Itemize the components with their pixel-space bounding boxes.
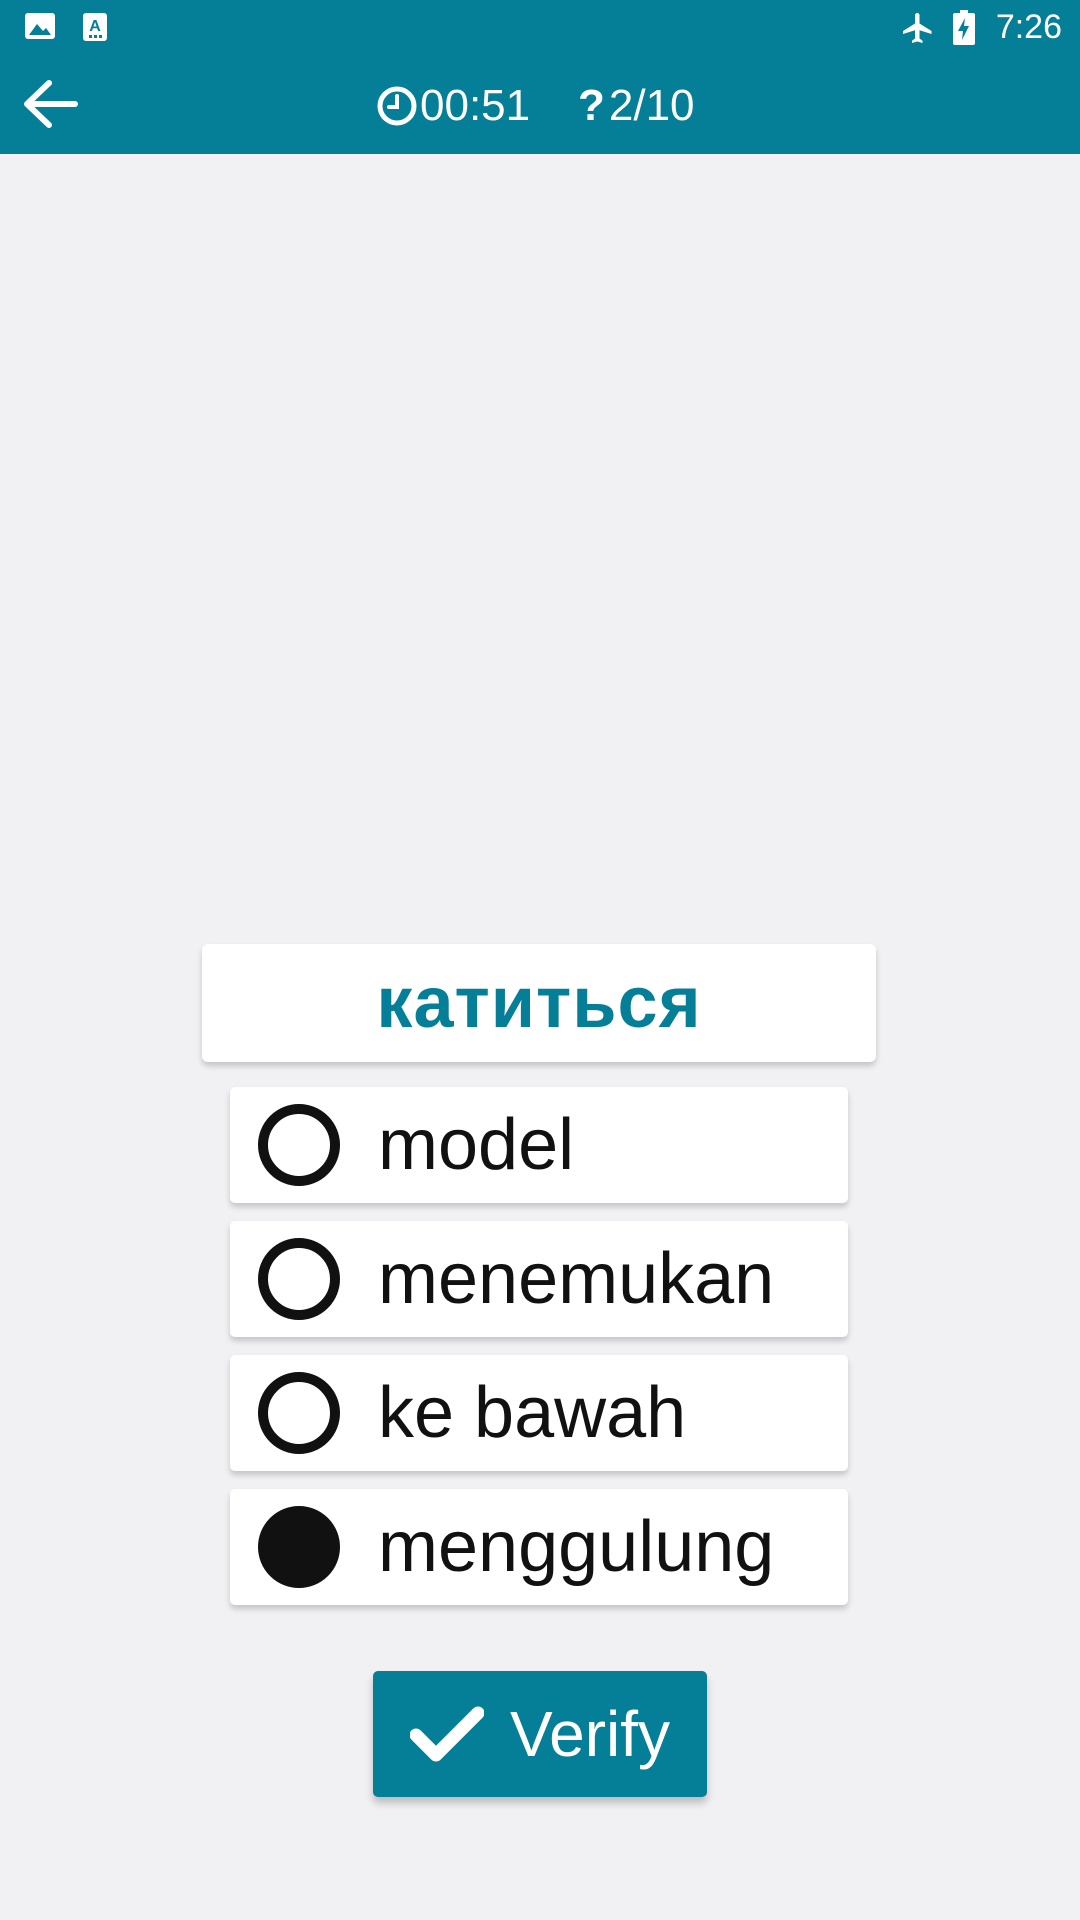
clock-icon xyxy=(376,85,418,127)
timer-value: 00:51 xyxy=(420,81,531,130)
radio-button[interactable] xyxy=(258,1372,340,1454)
check-icon xyxy=(409,1705,484,1763)
status-time: 7:26 xyxy=(995,8,1062,46)
question-mark-icon: ? xyxy=(578,81,605,130)
radio-button[interactable] xyxy=(258,1238,340,1320)
arrow-left-icon xyxy=(21,79,79,134)
answer-option-label: menggulung xyxy=(378,1507,775,1587)
radio-button-checked[interactable] xyxy=(258,1506,340,1588)
status-bar: A 7:26 xyxy=(0,0,1080,56)
answer-option-selected[interactable]: menggulung xyxy=(230,1489,848,1605)
answer-option-label: model xyxy=(378,1105,575,1185)
text-a-icon: A xyxy=(82,12,108,47)
question-word-card: катиться xyxy=(202,944,876,1062)
airplane-mode-icon xyxy=(900,10,936,51)
top-bar: A 7:26 00:51 ? 2/10 xyxy=(0,0,1080,154)
radio-button[interactable] xyxy=(258,1104,340,1186)
answer-option-label: menemukan xyxy=(378,1239,775,1319)
progress-value: 2/10 xyxy=(608,81,695,130)
verify-button-label: Verify xyxy=(509,1698,671,1770)
app-bar: 00:51 ? 2/10 xyxy=(0,56,1080,154)
quiz-progress: ? 2/10 xyxy=(578,80,695,132)
answer-option[interactable]: ke bawah xyxy=(230,1355,848,1471)
image-icon xyxy=(24,12,56,45)
question-word: катиться xyxy=(376,963,702,1043)
answer-option-label: ke bawah xyxy=(378,1373,687,1453)
back-button[interactable] xyxy=(18,74,82,138)
battery-charging-icon xyxy=(952,10,976,51)
answer-option[interactable]: menemukan xyxy=(230,1221,848,1337)
verify-button[interactable]: Verify xyxy=(373,1671,707,1797)
answer-option[interactable]: model xyxy=(230,1087,848,1203)
svg-text:A: A xyxy=(89,18,101,35)
quiz-timer: 00:51 xyxy=(376,80,530,132)
